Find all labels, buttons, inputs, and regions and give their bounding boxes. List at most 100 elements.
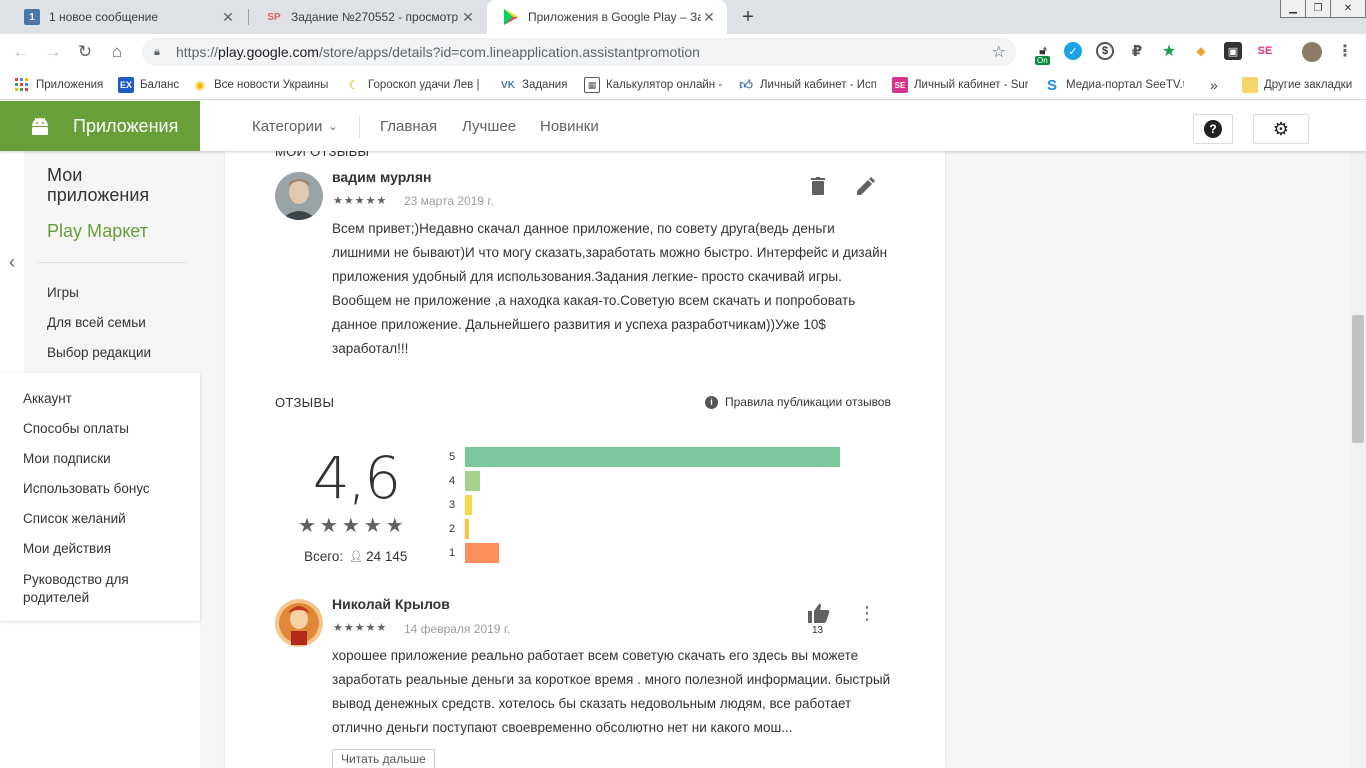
histogram-row: 4 <box>449 471 480 491</box>
window-controls: ▁ ❐ ✕ <box>1280 0 1366 18</box>
review-text: Всем привет;)Недавно скачал данное прило… <box>332 221 888 356</box>
tab-google-play[interactable]: Приложения в Google Play – Зараб ✕ <box>487 0 727 34</box>
my-apps-link[interactable]: Мои приложения <box>47 165 187 205</box>
menu-kebab-icon[interactable]: ⋮ <box>1336 42 1354 60</box>
close-tab-icon[interactable]: ✕ <box>701 9 717 26</box>
ticket-extension-icon[interactable]: ◆ <box>1192 42 1210 60</box>
play-header: Приложения Категории ⌄ Главная Лучшее Но… <box>0 101 1366 151</box>
folder-icon <box>1242 77 1258 93</box>
reviews-section-title: ОТЗЫВЫ <box>275 395 335 410</box>
review-menu-kebab-icon[interactable]: ⋮ <box>855 601 879 625</box>
url-text: https://play.google.com/store/apps/detai… <box>176 44 700 60</box>
histogram-row: 1 <box>449 543 499 563</box>
nav-home[interactable]: Главная <box>380 101 437 151</box>
nav-parent-guide[interactable]: Руководство для родителей <box>23 571 173 607</box>
bookmark-balance[interactable]: EX Баланс <box>118 76 179 94</box>
total-ratings: Всего: 👤︎ 24 145 <box>304 549 408 564</box>
play-market-link[interactable]: Play Маркет <box>47 221 148 241</box>
profile-avatar[interactable] <box>1302 42 1322 62</box>
tab-task[interactable]: SP Задание №270552 - просмотр зада ✕ <box>250 0 486 34</box>
average-rating-stars: ★★★★★ <box>298 515 408 537</box>
nav-family[interactable]: Для всей семьи <box>47 315 146 330</box>
restore-icon[interactable]: ❐ <box>1305 0 1331 18</box>
collapse-nav-button[interactable]: ‹ <box>0 151 24 373</box>
bookmark-calculator[interactable]: ▦ Калькулятор онлайн - <box>584 76 722 94</box>
review-policy-link[interactable]: i Правила публикации отзывов <box>705 395 891 409</box>
nav-payment-methods[interactable]: Способы оплаты <box>23 421 129 436</box>
histogram-star-label: 5 <box>449 451 456 463</box>
delete-review-button[interactable] <box>806 174 830 198</box>
histogram-star-label: 2 <box>449 523 456 535</box>
home-icon[interactable]: ⌂ <box>106 41 128 63</box>
bookmark-seetv[interactable]: S Медиа-портал SeeTV.t <box>1044 76 1184 94</box>
back-arrow-icon[interactable]: ← <box>10 41 32 63</box>
bookmarks-bar: Приложения EX Баланс ◉ Все новости Украины… <box>0 70 1366 100</box>
bookmark-horoscope[interactable]: ☾ Гороскоп удачи Лев | <box>346 76 484 94</box>
nav-upper-section: Мои приложения Play Маркет Игры Для всей… <box>24 151 200 373</box>
helpful-button[interactable] <box>807 601 831 625</box>
histogram-star-label: 4 <box>449 475 456 487</box>
other-bookmarks-folder[interactable]: Другие закладки <box>1242 76 1352 94</box>
reviews-card: МОИ ОТЗЫВЫ вадим мурлян ★★★★★ 23 марта 2… <box>225 151 945 768</box>
help-button[interactable]: ? <box>1193 114 1233 144</box>
read-more-button[interactable]: Читать дальше <box>332 749 435 768</box>
histogram-row: 2 <box>449 519 469 539</box>
dark-extension-icon[interactable]: ▣ <box>1224 42 1242 60</box>
ex-icon: EX <box>118 77 134 93</box>
close-tab-icon[interactable]: ✕ <box>220 9 236 26</box>
left-navigation: ‹ Мои приложения Play Маркет Игры Для вс… <box>0 151 200 621</box>
edit-review-button[interactable] <box>854 174 878 198</box>
close-window-icon[interactable]: ✕ <box>1330 0 1366 18</box>
reload-icon[interactable]: ↻ <box>74 41 96 63</box>
more-bookmarks-button[interactable]: » <box>1210 76 1218 94</box>
categories-dropdown[interactable]: Категории ⌄ <box>252 101 338 151</box>
nav-wishlist[interactable]: Список желаний <box>23 511 126 526</box>
se-extension-icon[interactable]: SE <box>1256 42 1274 60</box>
bookmark-cabinet-surf[interactable]: SE Личный кабинет - Surf <box>892 76 1028 94</box>
scrollbar-thumb[interactable] <box>1352 315 1364 443</box>
bookmark-apps[interactable]: Приложения <box>14 76 103 94</box>
star-extension-icon[interactable]: ★ <box>1160 42 1178 60</box>
address-bar[interactable]: 🔒︎ https://play.google.com/store/apps/de… <box>142 38 1016 66</box>
histogram-bar <box>465 471 480 491</box>
nav-games[interactable]: Игры <box>47 285 79 300</box>
forward-arrow-icon[interactable]: → <box>42 41 64 63</box>
bookmark-cabinet-isp[interactable]: 👍︎ Личный кабинет - Исп <box>738 76 876 94</box>
bookmark-tasks[interactable]: VK Задания <box>500 76 567 94</box>
tab-title: Задание №270552 - просмотр зада <box>291 10 460 24</box>
tab-title: Приложения в Google Play – Зараб <box>528 10 701 24</box>
ruble-extension-icon[interactable]: ₽ <box>1128 42 1146 60</box>
histogram-row: 5 <box>449 447 840 467</box>
sp-icon: SP <box>267 11 281 23</box>
tab-title: 1 новое сообщение <box>49 10 159 24</box>
apps-category-tab[interactable]: Приложения <box>0 101 200 151</box>
nav-top-charts[interactable]: Лучшее <box>462 101 516 151</box>
nav-account[interactable]: Аккаунт <box>23 391 72 406</box>
thumbs-up-icon: 👍︎ <box>739 77 753 92</box>
bookmark-star-icon[interactable]: ☆ <box>992 42 1006 62</box>
seetv-icon: S <box>1046 76 1057 94</box>
nav-redeem[interactable]: Использовать бонус <box>23 481 150 496</box>
info-icon: i <box>705 395 718 409</box>
coin-extension-icon[interactable]: $ <box>1096 42 1114 60</box>
nav-editors-choice[interactable]: Выбор редакции <box>47 345 151 360</box>
new-tab-button[interactable]: + <box>738 5 758 29</box>
play-store-icon <box>503 9 519 25</box>
nav-activity[interactable]: Мои действия <box>23 541 111 556</box>
chevron-down-icon: ⌄ <box>328 120 338 133</box>
tab-vk-messages[interactable]: 1 1 новое сообщение ✕ <box>8 0 246 34</box>
close-tab-icon[interactable]: ✕ <box>460 9 476 26</box>
histogram-bar <box>465 447 840 467</box>
settings-button[interactable]: ⚙ <box>1253 114 1309 144</box>
histogram-bar <box>465 519 469 539</box>
nav-subscriptions[interactable]: Мои подписки <box>23 451 111 466</box>
nav-new-releases[interactable]: Новинки <box>540 101 599 151</box>
bookmark-news[interactable]: ◉ Все новости Украины, <box>192 76 328 94</box>
moon-icon: ☾ <box>348 78 360 92</box>
tab-strip: 1 1 новое сообщение ✕ SP Задание №270552… <box>0 0 1366 34</box>
check-extension-icon[interactable]: ✓ <box>1064 42 1082 60</box>
histogram-row: 3 <box>449 495 472 515</box>
minimize-icon[interactable]: ▁ <box>1280 0 1306 18</box>
android-icon <box>32 117 48 135</box>
scrollbar[interactable] <box>1350 151 1366 768</box>
